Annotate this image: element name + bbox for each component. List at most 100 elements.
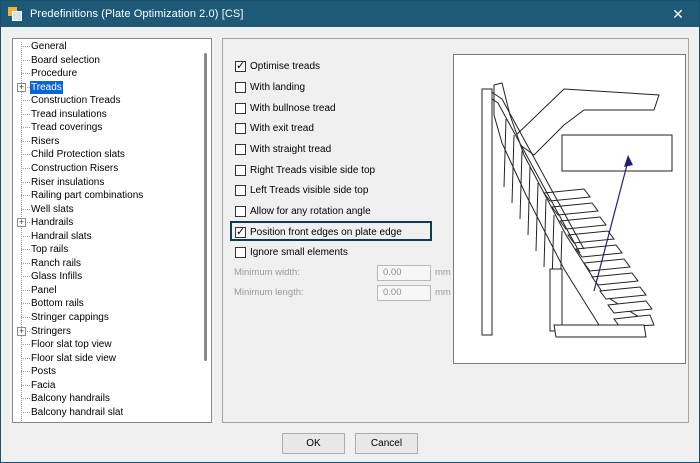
tree-item[interactable]: Tread insulations	[13, 108, 199, 121]
tree-item-label: Floor slat side view	[31, 352, 117, 364]
option-row[interactable]: With exit tread	[235, 121, 314, 135]
option-label: Optimise treads	[250, 60, 321, 72]
min-width-label: Minimum width:	[234, 267, 300, 278]
tree-connector	[21, 344, 30, 346]
option-row[interactable]: With straight tread	[235, 142, 331, 156]
tree-item[interactable]: General	[13, 40, 199, 53]
option-label: Right Treads visible side top	[250, 164, 376, 176]
tree-item-label: Construction Treads	[31, 95, 121, 107]
tree-item-label: Bottom rails	[31, 298, 84, 310]
checkbox[interactable]	[235, 205, 246, 217]
tree-connector	[21, 398, 30, 400]
option-label: Ignore small elements	[250, 246, 348, 258]
tree-item-label: Glass Infills	[31, 271, 83, 283]
expand-icon[interactable]: +	[17, 218, 26, 228]
checkbox[interactable]	[235, 81, 246, 93]
tree-item[interactable]: Glass Infills	[13, 270, 199, 283]
checkbox[interactable]	[235, 164, 246, 176]
expand-icon[interactable]: +	[17, 326, 26, 336]
tree-item[interactable]: Panel	[13, 284, 199, 297]
checkbox[interactable]	[235, 184, 246, 196]
checkbox-checked[interactable]: ✓	[235, 226, 246, 238]
options-panel: Minimum width: 0.00 mm Minimum length: 0…	[222, 38, 689, 423]
tree-item[interactable]: Tread coverings	[13, 121, 199, 134]
tree-item-label: Floor slat top view	[31, 339, 112, 351]
min-length-label: Minimum length:	[234, 287, 304, 298]
tree-item-label: Well slats	[31, 203, 74, 215]
option-row[interactable]: ✓ Position front edges on plate edge	[235, 225, 402, 239]
expand-icon[interactable]: +	[17, 82, 26, 92]
tree-connector	[21, 411, 30, 413]
close-icon[interactable]: ✕	[663, 4, 693, 24]
tree-item[interactable]: Well slats	[13, 203, 199, 216]
tree-item[interactable]: Riser insulations	[13, 176, 199, 189]
tree-item[interactable]: Bottom rails	[13, 297, 199, 310]
tree-item[interactable]: Balcony handrail slat	[13, 406, 199, 419]
tree-connector	[21, 357, 30, 359]
tree-connector	[21, 384, 30, 386]
checkbox[interactable]	[235, 102, 246, 114]
tree-item[interactable]: + Stringers	[13, 325, 199, 338]
min-length-row: Minimum length: 0.00 mm	[234, 284, 451, 301]
checkbox[interactable]	[235, 122, 246, 134]
tree-item[interactable]: Floor slat side view	[13, 352, 199, 365]
app-icon	[8, 7, 22, 21]
tree-item-label: Balcony handrail slat	[31, 406, 124, 418]
tree-item[interactable]: Balcony handrails	[13, 392, 199, 405]
tree-connector	[21, 154, 30, 156]
tree-connector	[21, 127, 30, 129]
tree-item[interactable]: Child Protection slats	[13, 148, 199, 161]
min-width-input[interactable]: 0.00	[377, 264, 431, 281]
tree-connector	[21, 249, 30, 251]
tree-item-label: Handrail slats	[31, 230, 92, 242]
tree-scroll-thumb[interactable]	[204, 53, 207, 361]
option-row[interactable]: Ignore small elements	[235, 245, 348, 259]
tree-connector	[21, 262, 30, 264]
tree-item[interactable]: + Treads	[13, 80, 199, 94]
cancel-button[interactable]: Cancel	[355, 433, 418, 454]
tree-item[interactable]: Floor slat top view	[13, 338, 199, 351]
min-length-input[interactable]: 0.00	[377, 284, 431, 301]
option-row[interactable]: With bullnose tread	[235, 101, 336, 115]
tree-item[interactable]: Ranch rails	[13, 257, 199, 270]
min-width-unit: mm	[435, 267, 451, 278]
option-label: Position front edges on plate edge	[250, 226, 402, 238]
category-tree[interactable]: General Board selection Procedure + Treads Co…	[12, 38, 212, 423]
tree-connector	[21, 167, 30, 169]
tree-item[interactable]: Construction Treads	[13, 94, 199, 107]
tree-connector	[21, 276, 30, 278]
checkbox[interactable]	[235, 143, 246, 155]
tree-item[interactable]: Facia	[13, 379, 199, 392]
checkbox-checked[interactable]: ✓	[235, 60, 246, 72]
tree-item[interactable]: Railing part combinations	[13, 189, 199, 202]
tree-item[interactable]: Posts	[13, 365, 199, 378]
option-label: With bullnose tread	[250, 102, 336, 114]
option-row[interactable]: Right Treads visible side top	[235, 163, 375, 177]
tree-item-label: Railing part combinations	[31, 190, 144, 202]
option-row[interactable]: With landing	[235, 80, 305, 94]
min-length-unit: mm	[435, 287, 451, 298]
checkbox[interactable]	[235, 246, 246, 258]
option-label: Allow for any rotation angle	[250, 205, 371, 217]
tree-connector	[21, 113, 30, 115]
tree-scrollbar[interactable]	[200, 39, 211, 422]
tree-item[interactable]: Construction Risers	[13, 162, 199, 175]
tree-item[interactable]: Handrail slats	[13, 230, 199, 243]
tree-item-label: Balcony handrails	[31, 393, 110, 405]
tree-item[interactable]: Procedure	[13, 67, 199, 80]
tree-item-label: Facia	[31, 379, 56, 391]
tree-item-label: Ranch rails	[31, 257, 82, 269]
min-width-row: Minimum width: 0.00 mm	[234, 264, 451, 281]
window-title: Predefinitions (Plate Optimization 2.0) …	[30, 8, 244, 20]
tree-item[interactable]: + Handrails	[13, 216, 199, 229]
option-row[interactable]: ✓ Optimise treads	[235, 59, 320, 73]
ok-button[interactable]: OK	[282, 433, 345, 454]
tree-item[interactable]: Board selection	[13, 54, 199, 67]
option-row[interactable]: Left Treads visible side top	[235, 183, 368, 197]
tree-connector	[21, 140, 30, 142]
tree-item[interactable]: Risers	[13, 135, 199, 148]
tree-item[interactable]: Top rails	[13, 243, 199, 256]
tree-item-label: Construction Risers	[31, 162, 119, 174]
option-row[interactable]: Allow for any rotation angle	[235, 204, 371, 218]
tree-item[interactable]: Stringer cappings	[13, 311, 199, 324]
